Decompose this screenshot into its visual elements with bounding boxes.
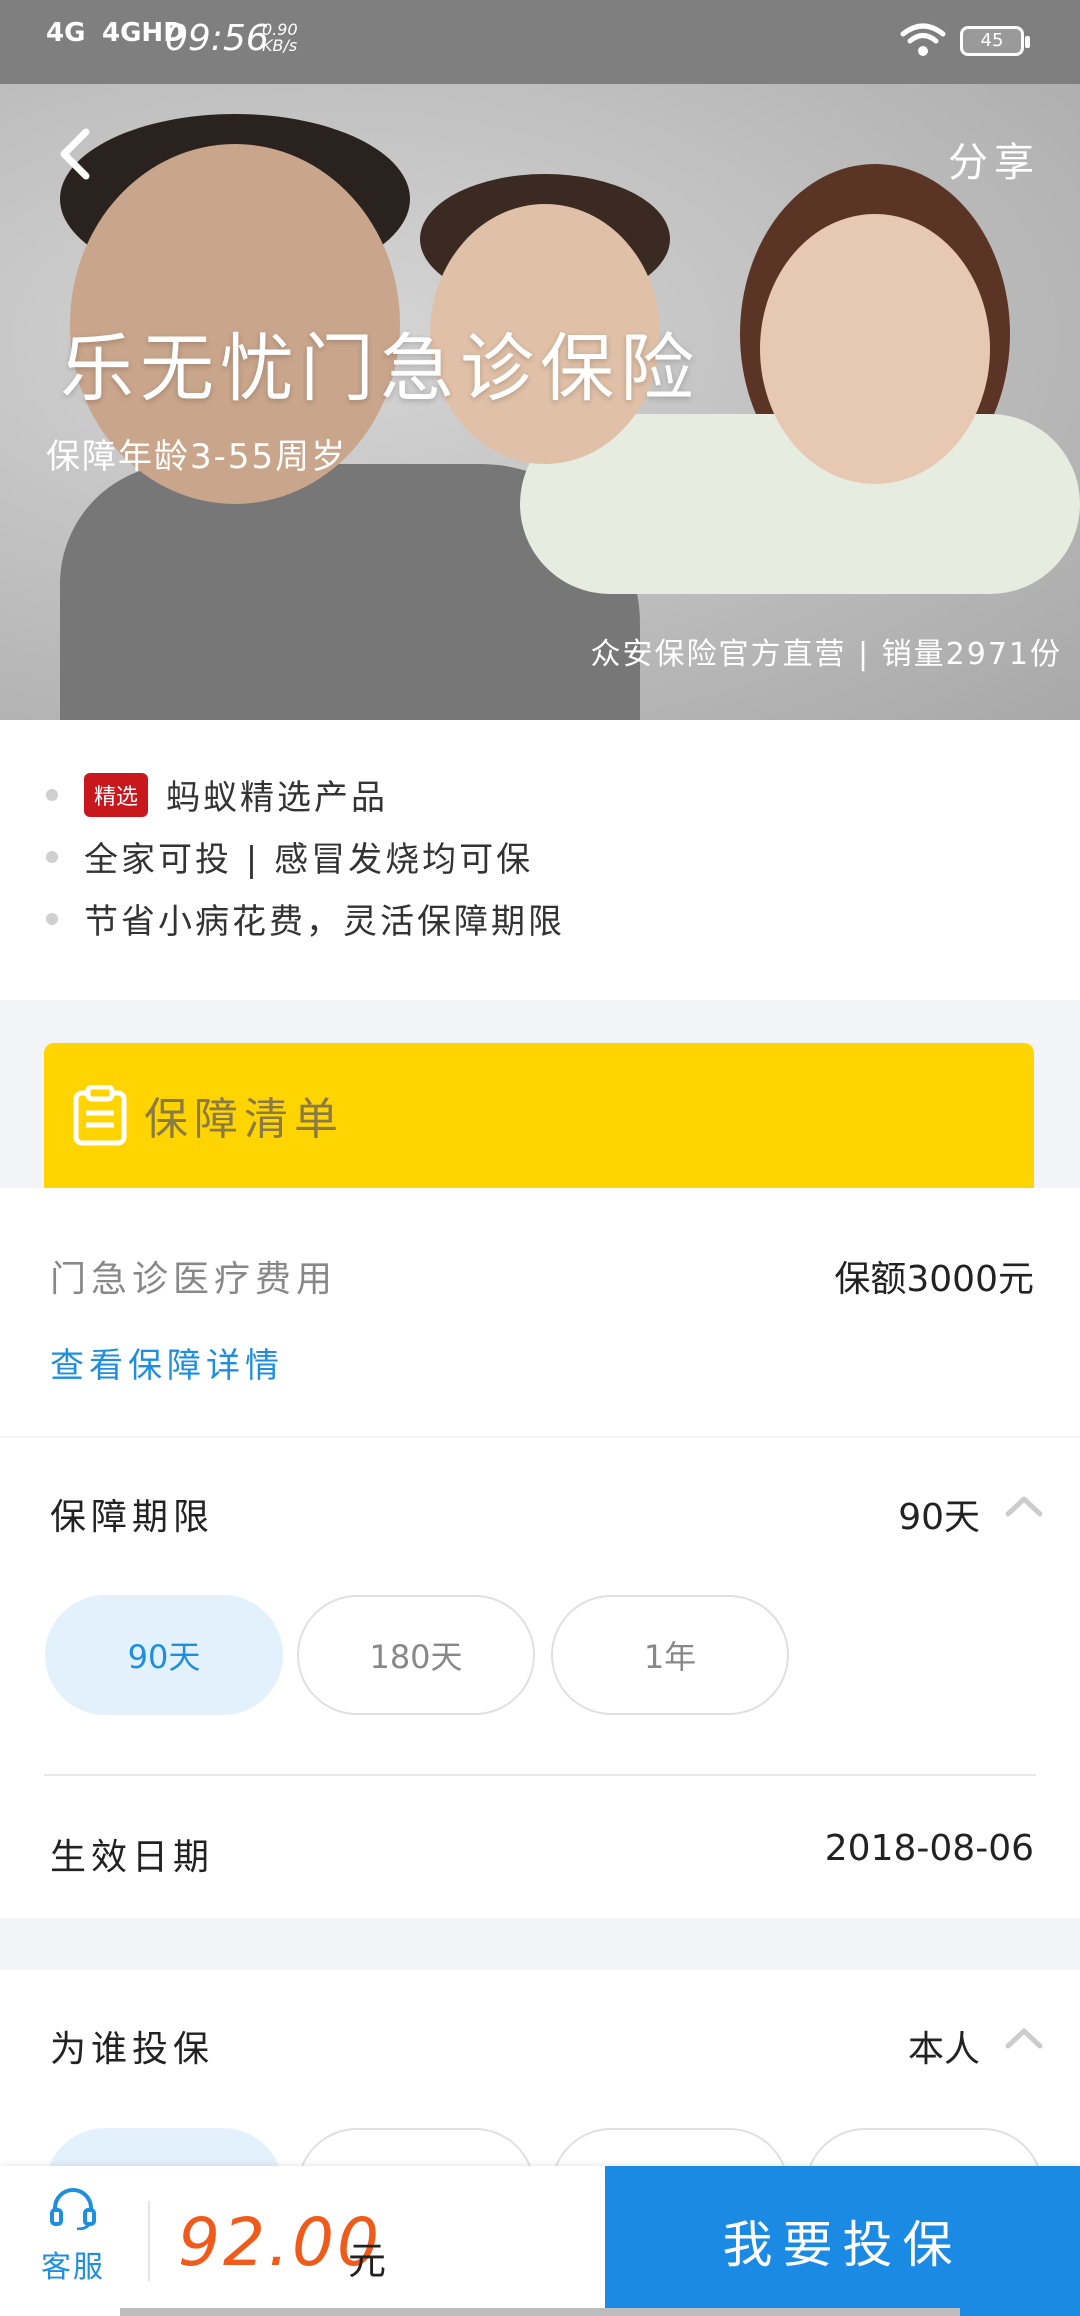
feature-text: 节省小病花费，灵活保障期限 [84, 902, 565, 942]
coverage-item-label: 门急诊医疗费用 [50, 1259, 338, 1300]
product-title: 乐无忧门急诊保险 [60, 326, 700, 412]
price-unit: 元 [348, 2239, 387, 2283]
period-option-90d[interactable]: 90天 [45, 1595, 283, 1715]
coverage-card: 门急诊医疗费用 保额3000元 查看保障详情 [0, 1188, 1080, 1436]
effective-date-label: 生效日期 [50, 1837, 215, 1878]
coverage-banner-title: 保障清单 [144, 1094, 344, 1145]
status-time: 09:56 [165, 18, 269, 59]
net-speed: 0.90 KB/s [262, 22, 298, 54]
coverage-item-value: 保额3000元 [834, 1259, 1034, 1300]
bullet-dot [46, 912, 58, 925]
feature-text: 全家可投 | 感冒发烧均可保 [84, 840, 534, 880]
divider [148, 2201, 150, 2281]
bullet-dot [46, 850, 58, 863]
period-label: 保障期限 [50, 1497, 215, 1538]
feature-text: 蚂蚁精选产品 [166, 778, 389, 818]
bottom-action-bar: 客服 92.00 元 我要投保 [0, 2166, 1080, 2316]
feature-list: 精选 蚂蚁精选产品 全家可投 | 感冒发烧均可保 节省小病花费，灵活保障期限 [0, 720, 1080, 1000]
buy-insurance-button[interactable]: 我要投保 [605, 2166, 1080, 2316]
clipboard-icon [73, 1085, 127, 1146]
chevron-up-icon[interactable] [1004, 1494, 1044, 1518]
coverage-banner: 保障清单 [44, 1043, 1034, 1188]
period-option-180d[interactable]: 180天 [297, 1595, 535, 1715]
selected-badge: 精选 [84, 772, 149, 817]
signal-1-label: 4G [46, 18, 86, 48]
wifi-icon [900, 23, 946, 56]
customer-service-label: 客服 [41, 2250, 105, 2285]
battery-icon: 45 [960, 26, 1030, 56]
coverage-detail-link[interactable]: 查看保障详情 [50, 1338, 284, 1387]
net-speed-unit: KB/s [262, 36, 298, 55]
sales-tagline: 众安保险官方直营 | 销量2971份 [590, 637, 1062, 672]
customer-service-button[interactable]: 客服 [28, 2186, 118, 2286]
effective-date-value[interactable]: 2018-08-06 [825, 1828, 1034, 1869]
insured-card: 为谁投保 本人 [0, 1970, 1080, 2248]
product-subtitle: 保障年龄3-55周岁 [46, 437, 348, 477]
bullet-dot [46, 788, 58, 801]
period-card: 保障期限 90天 90天 180天 1年 生效日期 2018-08-06 [0, 1438, 1080, 1918]
gesture-bar [120, 2308, 960, 2316]
back-arrow-icon[interactable] [48, 124, 108, 184]
period-selected-value: 90天 [898, 1497, 980, 1538]
list-item: 节省小病花费，灵活保障期限 [46, 894, 565, 943]
list-item: 全家可投 | 感冒发烧均可保 [46, 832, 533, 881]
hero-photo-shape [760, 214, 990, 484]
status-bar: 4G 4GHD 09:56 0.90 KB/s 45 [0, 0, 1080, 84]
insured-label: 为谁投保 [50, 2029, 215, 2070]
headset-icon [50, 2188, 96, 2231]
divider [44, 1774, 1036, 1776]
list-item: 精选 蚂蚁精选产品 [46, 770, 388, 819]
insured-selected-value: 本人 [907, 2029, 980, 2070]
share-button[interactable]: 分享 [948, 130, 1040, 188]
period-option-1y[interactable]: 1年 [551, 1595, 789, 1715]
hero-banner: 分享 乐无忧门急诊保险 保障年龄3-55周岁 众安保险官方直营 | 销量2971… [0, 84, 1080, 720]
chevron-up-icon[interactable] [1004, 2026, 1044, 2050]
